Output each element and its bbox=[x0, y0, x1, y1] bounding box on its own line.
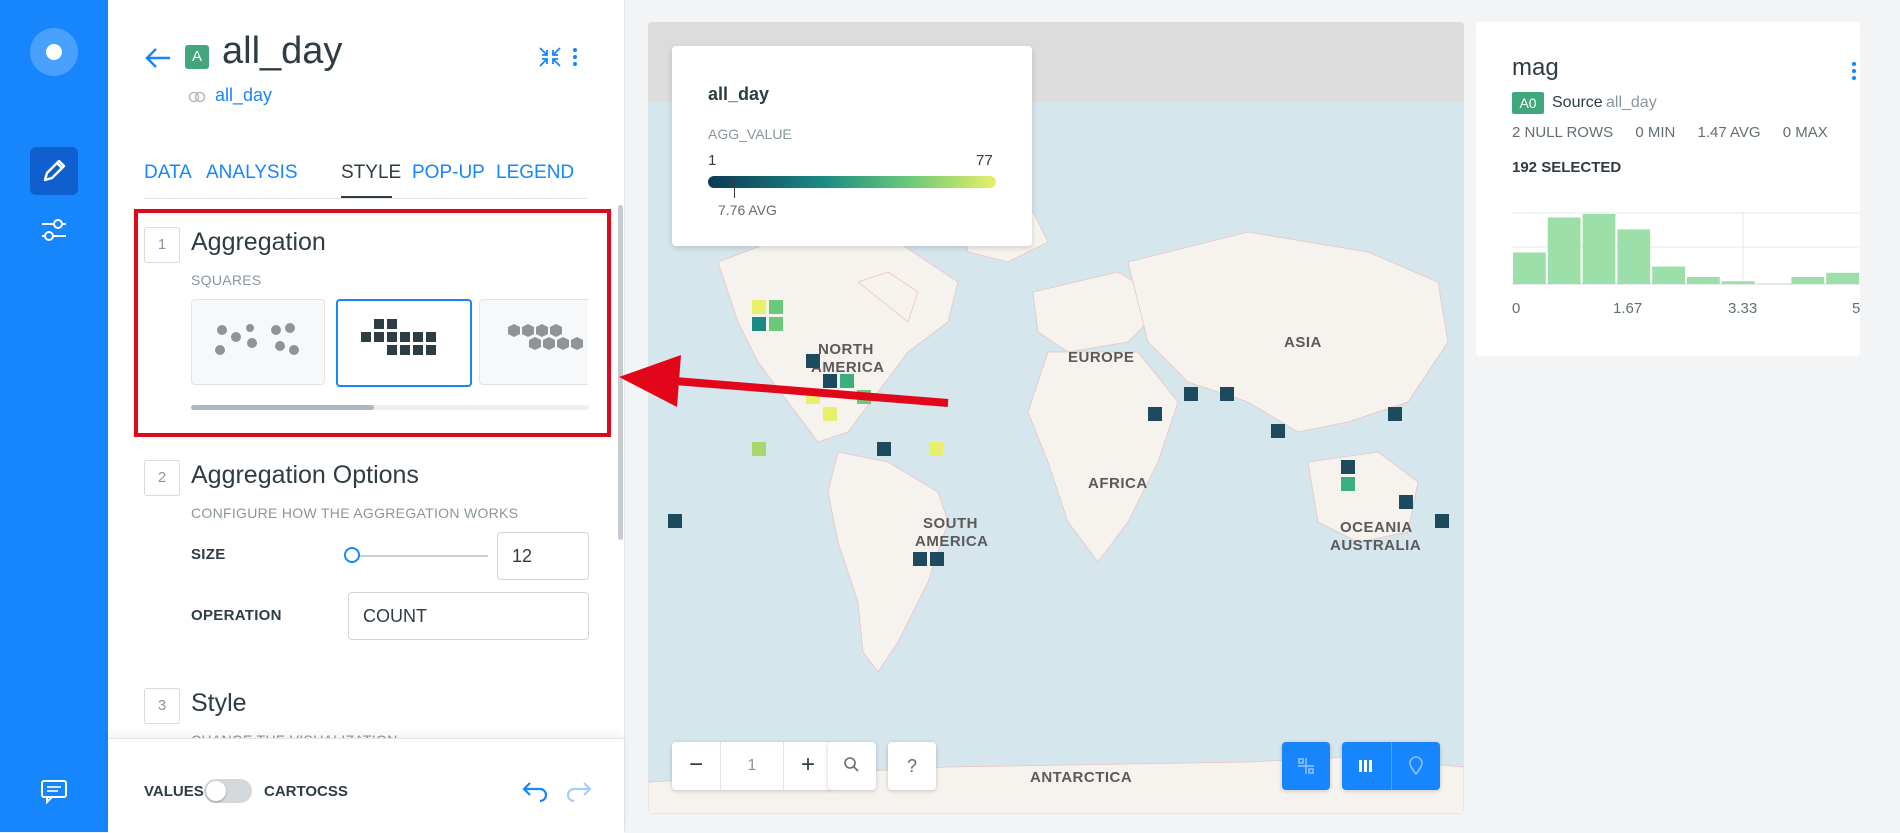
widget-title: mag bbox=[1512, 54, 1559, 81]
legend-min: 1 bbox=[708, 152, 717, 169]
widget-layer-badge: A0 bbox=[1512, 92, 1544, 114]
zoom-level: 1 bbox=[720, 742, 784, 790]
map-pin-icon[interactable] bbox=[1391, 742, 1440, 790]
annotation-arrow bbox=[619, 355, 949, 407]
histogram-bar[interactable] bbox=[1721, 281, 1755, 284]
zoom-out-button[interactable]: − bbox=[672, 742, 720, 790]
operation-label: OPERATION bbox=[191, 607, 282, 624]
histogram-bar[interactable] bbox=[1652, 266, 1685, 285]
histogram-bar[interactable] bbox=[1617, 229, 1651, 284]
section-number: 3 bbox=[144, 688, 180, 724]
histogram-tick: 1.67 bbox=[1613, 300, 1643, 317]
map-label-south: SOUTH bbox=[923, 515, 978, 532]
map-label-oceania: OCEANIA bbox=[1340, 519, 1413, 536]
map-label-antarctica: ANTARCTICA bbox=[1030, 769, 1132, 786]
source-node-icon bbox=[188, 90, 206, 103]
tab-legend[interactable]: LEGEND bbox=[496, 162, 574, 184]
help-button[interactable]: ? bbox=[888, 742, 936, 790]
legend-max: 77 bbox=[976, 152, 993, 169]
undo-icon[interactable] bbox=[520, 777, 550, 803]
back-arrow-icon[interactable] bbox=[142, 42, 174, 74]
histogram-bar[interactable] bbox=[1582, 214, 1616, 284]
section-title: Aggregation Options bbox=[191, 461, 419, 489]
legend-gradient bbox=[708, 176, 996, 188]
tabs: DATA ANALYSIS STYLE POP-UP LEGEND bbox=[144, 160, 588, 199]
histogram-tick: 3.33 bbox=[1728, 300, 1758, 317]
histogram-bar[interactable] bbox=[1687, 277, 1720, 284]
histogram-bar[interactable] bbox=[1791, 277, 1825, 284]
histogram-chart[interactable] bbox=[1512, 212, 1860, 292]
histogram-tick: 0 bbox=[1512, 300, 1521, 317]
tab-style[interactable]: STYLE bbox=[341, 162, 401, 184]
widget-stats: 2 NULL ROWS 0 MIN 1.47 AVG 0 MAX bbox=[1512, 124, 1846, 141]
size-slider-handle[interactable] bbox=[344, 547, 360, 563]
active-tab-indicator bbox=[341, 196, 392, 198]
annotation-highlight-box bbox=[134, 209, 611, 437]
max-stat: 0 MAX bbox=[1782, 124, 1828, 141]
zoom-in-button[interactable]: + bbox=[784, 742, 832, 790]
search-map-button[interactable] bbox=[828, 742, 876, 790]
size-input[interactable]: 12 bbox=[497, 532, 589, 580]
section-title: Style bbox=[191, 689, 247, 717]
cartocss-label: CARTOCSS bbox=[264, 783, 348, 800]
min-stat: 0 MIN bbox=[1635, 124, 1676, 141]
legend-title: all_day bbox=[708, 84, 770, 104]
more-options-icon[interactable] bbox=[568, 44, 582, 70]
sliders-icon[interactable] bbox=[34, 214, 74, 246]
selection-tool-icon bbox=[1298, 758, 1314, 774]
tab-popup[interactable]: POP-UP bbox=[412, 162, 485, 184]
tab-data[interactable]: DATA bbox=[144, 162, 192, 184]
avg-stat: 1.47 AVG bbox=[1697, 124, 1761, 141]
view-toggle-group bbox=[1342, 742, 1440, 790]
pencil-icon[interactable] bbox=[30, 147, 78, 195]
size-slider-track[interactable] bbox=[348, 555, 488, 557]
panel-footer: VALUES CARTOCSS bbox=[108, 738, 624, 833]
histogram-widget: mag A0 Source all_day 2 NULL ROWS 0 MIN … bbox=[1476, 22, 1860, 356]
legend-avg: 7.76 AVG bbox=[718, 202, 777, 218]
map-label-europe: EUROPE bbox=[1068, 349, 1134, 366]
legend-card: all_day AGG_VALUE 1 77 7.76 AVG bbox=[672, 46, 1032, 246]
chat-icon[interactable] bbox=[36, 776, 72, 806]
map-label-asia: ASIA bbox=[1284, 334, 1322, 351]
widgets-view-icon[interactable] bbox=[1342, 742, 1390, 790]
layer-letter-badge: A bbox=[185, 45, 209, 69]
feature-selection-button[interactable] bbox=[1282, 742, 1330, 790]
logo-icon[interactable] bbox=[30, 28, 78, 76]
size-label: SIZE bbox=[191, 546, 226, 563]
cartocss-toggle[interactable] bbox=[204, 779, 252, 803]
operation-select[interactable]: COUNT bbox=[348, 592, 589, 640]
collapse-icon[interactable] bbox=[536, 44, 564, 70]
map-label-australia: AUSTRALIA bbox=[1330, 537, 1421, 554]
legend-field: AGG_VALUE bbox=[708, 126, 792, 142]
values-label: VALUES bbox=[144, 783, 204, 800]
zoom-control: − 1 + bbox=[672, 742, 832, 790]
histogram-bar[interactable] bbox=[1547, 217, 1581, 285]
histogram-bar[interactable] bbox=[1826, 272, 1859, 284]
left-nav bbox=[0, 0, 108, 832]
tab-analysis[interactable]: ANALYSIS bbox=[206, 162, 298, 184]
section-subtitle: CONFIGURE HOW THE AGGREGATION WORKS bbox=[191, 505, 519, 521]
selected-count: 192 SELECTED bbox=[1512, 159, 1622, 176]
layer-title[interactable]: all_day bbox=[222, 30, 342, 73]
histogram-bar[interactable] bbox=[1513, 252, 1546, 285]
section-number: 2 bbox=[144, 460, 180, 496]
null-rows-stat: 2 NULL ROWS bbox=[1512, 124, 1614, 141]
map-label-south-america: AMERICA bbox=[915, 533, 989, 550]
widget-source-label: Source bbox=[1552, 94, 1603, 111]
widget-source-name: all_day bbox=[1606, 94, 1657, 111]
widget-more-icon[interactable] bbox=[1848, 58, 1860, 84]
redo-icon[interactable] bbox=[564, 777, 594, 803]
source-link[interactable]: all_day bbox=[215, 85, 272, 106]
map-label-africa: AFRICA bbox=[1088, 475, 1148, 492]
histogram-tick: 5 bbox=[1852, 300, 1861, 317]
legend-avg-marker bbox=[734, 178, 735, 198]
search-icon bbox=[844, 757, 859, 772]
